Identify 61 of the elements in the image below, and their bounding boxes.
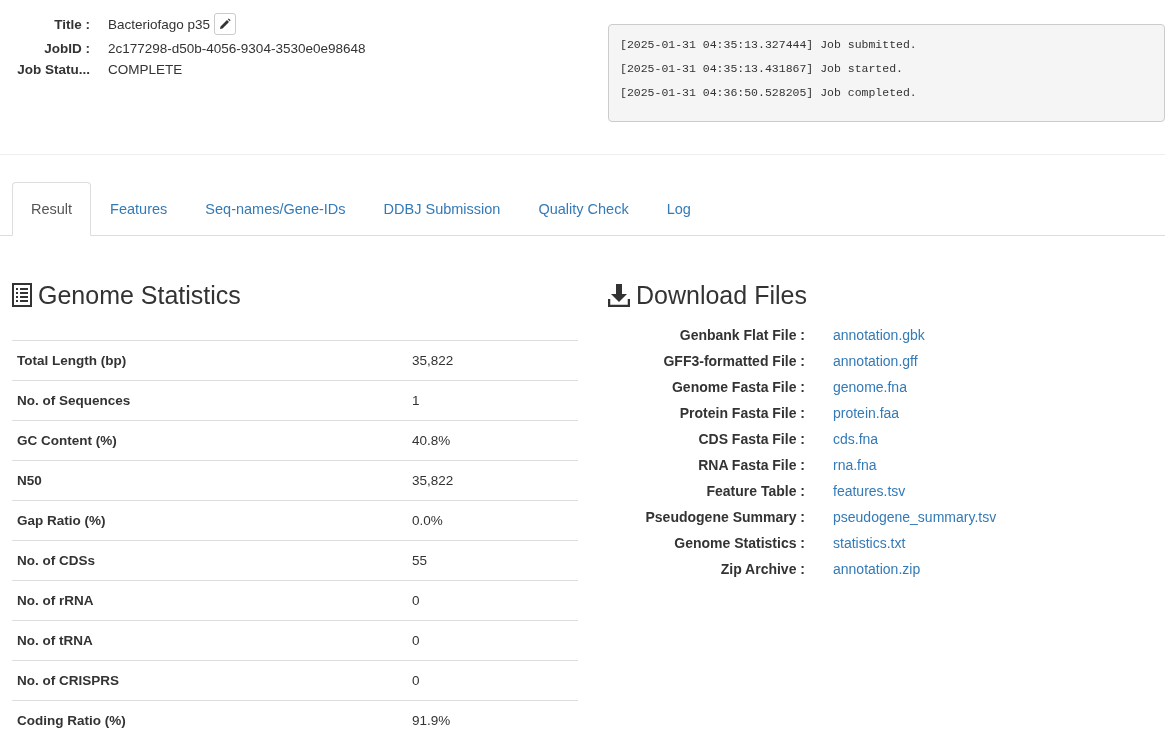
stat-label: No. of rRNA: [12, 580, 407, 621]
file-label: GFF3-formatted File :: [662, 352, 805, 371]
file-link[interactable]: protein.faa: [833, 400, 900, 426]
tab[interactable]: Quality Check: [519, 182, 648, 236]
field-label: Title :: [53, 16, 90, 32]
stat-value: 55: [407, 540, 578, 581]
tab[interactable]: DDBJ Submission: [364, 182, 520, 236]
stat-value: 40.8%: [407, 420, 578, 461]
file-link[interactable]: genome.fna: [833, 374, 907, 400]
file-link[interactable]: pseudogene_summary.tsv: [833, 504, 997, 530]
stat-value: 0: [407, 620, 578, 661]
file-link[interactable]: statistics.txt: [833, 530, 906, 556]
download-icon: [608, 283, 630, 307]
tab[interactable]: Log: [647, 182, 710, 236]
stat-label: No. of CRISPRS: [12, 660, 407, 701]
field-label: Job Statu...: [16, 62, 90, 77]
stat-label: N50: [12, 460, 407, 501]
tab[interactable]: Features: [91, 182, 187, 236]
stat-label: Total Length (bp): [12, 340, 407, 381]
field-value: COMPLETE: [108, 62, 183, 77]
field-label: JobID :: [43, 41, 90, 56]
tab[interactable]: Seq-names/Gene-IDs: [186, 182, 365, 236]
section-title: Download Files: [636, 280, 807, 310]
log-line: [2025-01-31 04:35:13.327444] Job submitted.: [620, 37, 918, 53]
stat-value: 35,822: [407, 340, 578, 381]
file-label: Genome Fasta File :: [670, 378, 805, 397]
tab[interactable]: Result: [12, 182, 92, 236]
stat-label: No. of tRNA: [12, 620, 407, 661]
file-label: Genbank Flat File :: [678, 326, 805, 345]
stat-value: 35,822: [407, 460, 578, 501]
file-label: CDS Fasta File :: [697, 430, 805, 449]
file-link[interactable]: rna.fna: [833, 452, 877, 478]
file-label: Pseudogene Summary :: [644, 508, 805, 527]
file-label: RNA Fasta File :: [697, 456, 805, 475]
file-label: Genome Statistics :: [673, 534, 805, 553]
stat-value: 0: [407, 660, 578, 701]
file-label: Feature Table :: [705, 482, 805, 501]
file-link[interactable]: annotation.gff: [833, 348, 918, 374]
file-link[interactable]: annotation.gbk: [833, 322, 925, 348]
file-label: Zip Archive :: [719, 560, 805, 579]
file-link[interactable]: cds.fna: [833, 426, 879, 452]
field-value: Bacteriofago p35: [108, 16, 211, 32]
stat-value: 0: [407, 580, 578, 621]
file-link[interactable]: features.tsv: [833, 478, 906, 504]
stat-value: 1: [407, 380, 578, 421]
stat-label: Gap Ratio (%): [12, 500, 407, 541]
section-title: Genome Statistics: [38, 280, 241, 310]
edit-button[interactable]: [214, 13, 237, 35]
stat-label: No. of Sequences: [12, 380, 407, 421]
stat-label: No. of CDSs: [12, 540, 407, 581]
file-link[interactable]: annotation.zip: [833, 556, 921, 582]
stat-label: GC Content (%): [12, 420, 407, 461]
field-value: 2c177298-d50b-4056-9304-3530e0e98648: [108, 41, 366, 56]
pencil-icon: [219, 18, 232, 30]
log-line: [2025-01-31 04:35:13.431867] Job started.: [620, 61, 904, 77]
list-icon: [12, 283, 32, 307]
log-line: [2025-01-31 04:36:50.528205] Job completed.: [620, 85, 918, 101]
stat-value: 91.9%: [407, 700, 578, 731]
file-label: Protein Fasta File :: [678, 404, 805, 423]
stat-value: 0.0%: [407, 500, 578, 541]
stat-label: Coding Ratio (%): [12, 700, 407, 731]
